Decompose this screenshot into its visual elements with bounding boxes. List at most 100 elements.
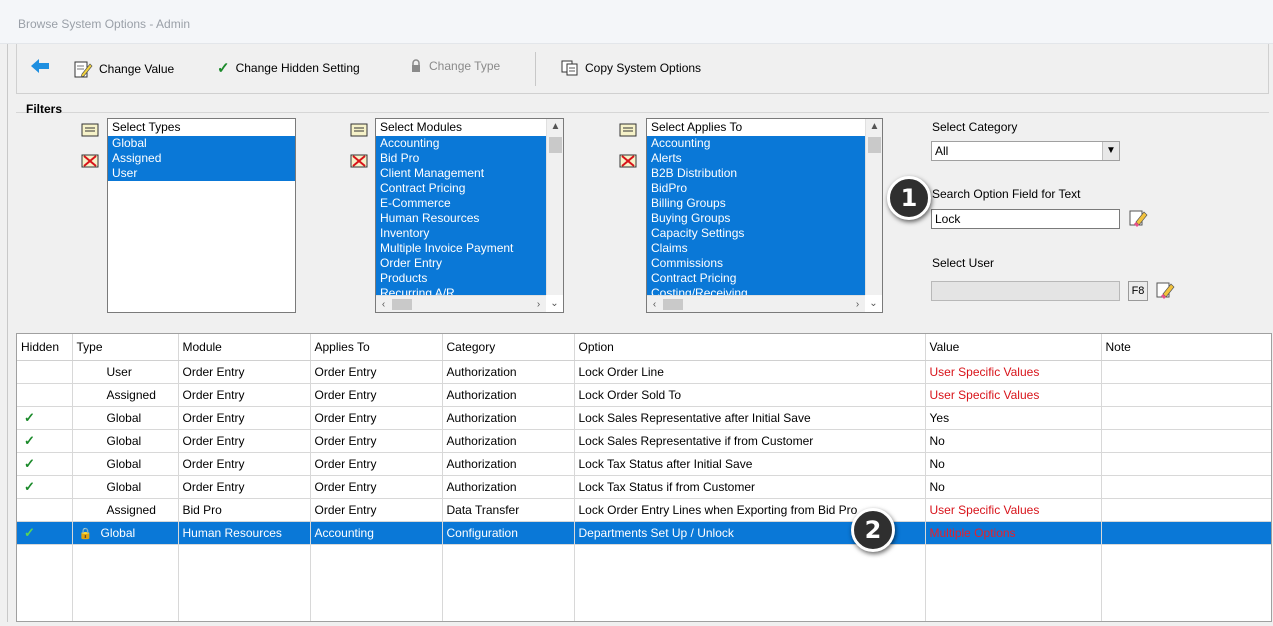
- types-listbox[interactable]: Select Types Global Assigned User: [107, 118, 296, 313]
- scroll-left-icon[interactable]: ‹: [376, 296, 391, 312]
- back-arrow-icon: [31, 59, 49, 73]
- options-grid[interactable]: Hidden Type Module Applies To Category O…: [16, 333, 1272, 622]
- list-item[interactable]: Accounting: [376, 136, 546, 151]
- list-item[interactable]: User: [108, 166, 295, 181]
- list-item[interactable]: Inventory: [376, 226, 546, 241]
- change-type-button[interactable]: Change Type: [409, 59, 500, 73]
- applies-vertical-scrollbar[interactable]: ▲: [865, 119, 882, 295]
- modules-listbox[interactable]: Select Modules Accounting Bid Pro Client…: [375, 118, 564, 313]
- scroll-thumb[interactable]: [392, 299, 412, 310]
- applies-horizontal-scrollbar[interactable]: ‹ ›: [647, 295, 865, 312]
- list-item[interactable]: Recurring A/R: [376, 286, 546, 295]
- list-item[interactable]: Accounting: [647, 136, 865, 151]
- chevron-down-icon[interactable]: ▼: [1102, 142, 1119, 160]
- option-text: Lock Order Entry Lines when Exporting fr…: [578, 502, 858, 517]
- col-header-category[interactable]: Category: [442, 334, 575, 361]
- search-input[interactable]: Lock: [931, 209, 1120, 229]
- type-cell: Global: [72, 452, 179, 476]
- clear-user-button[interactable]: [1155, 280, 1175, 300]
- applies-to-cell: Order Entry: [310, 360, 443, 384]
- applies-to-listbox[interactable]: Select Applies To Accounting Alerts B2B …: [646, 118, 883, 313]
- type-cell: 🔒 Global: [72, 521, 179, 545]
- clear-search-button[interactable]: [1128, 208, 1148, 228]
- col-header-option[interactable]: Option: [574, 334, 926, 361]
- change-hidden-setting-button[interactable]: ✓ Change Hidden Setting: [217, 59, 360, 77]
- table-row[interactable]: Assigned Bid Pro Order Entry Data Transfer L…: [17, 498, 1271, 522]
- list-item[interactable]: Alerts: [647, 151, 865, 166]
- col-header-value[interactable]: Value: [925, 334, 1102, 361]
- applies-to-cell: Order Entry: [310, 475, 443, 499]
- list-item[interactable]: Commissions: [647, 256, 865, 271]
- search-label: Search Option Field for Text: [932, 187, 1081, 201]
- select-all-applies-button[interactable]: [618, 120, 638, 140]
- list-item[interactable]: Costing/Receiving: [647, 286, 865, 295]
- change-value-button[interactable]: Change Value: [73, 59, 174, 79]
- col-header-module[interactable]: Module: [178, 334, 311, 361]
- table-row[interactable]: ✓ Global Order Entry Order Entry Authorizati…: [17, 429, 1271, 453]
- value-text: No: [929, 456, 945, 471]
- empty-cell: [310, 544, 443, 621]
- col-header-note[interactable]: Note: [1101, 334, 1271, 361]
- list-item[interactable]: B2B Distribution: [647, 166, 865, 181]
- table-row[interactable]: Assigned Order Entry Order Entry Authorizat…: [17, 383, 1271, 407]
- col-header-applies-to[interactable]: Applies To: [310, 334, 443, 361]
- scroll-up-icon[interactable]: ▲: [866, 119, 882, 134]
- select-all-modules-button[interactable]: [349, 120, 369, 140]
- list-item[interactable]: Contract Pricing: [376, 181, 546, 196]
- type-cell: User: [72, 360, 179, 384]
- scroll-left-icon[interactable]: ‹: [647, 296, 662, 312]
- list-item[interactable]: E-Commerce: [376, 196, 546, 211]
- option-text: Lock Sales Representative if from Custom…: [578, 433, 814, 448]
- list-item[interactable]: BidPro: [647, 181, 865, 196]
- copy-system-options-button[interactable]: Copy System Options: [561, 60, 701, 76]
- copy-options-label: Copy System Options: [585, 61, 702, 75]
- col-header-hidden[interactable]: Hidden: [17, 334, 73, 361]
- col-header-type[interactable]: Type: [72, 334, 179, 361]
- eraser-icon: [1129, 210, 1148, 227]
- table-row[interactable]: ✓ Global Order Entry Order Entry Authorizati…: [17, 452, 1271, 476]
- scroll-down-icon[interactable]: ⌄: [546, 295, 563, 312]
- scroll-thumb[interactable]: [663, 299, 683, 310]
- table-row[interactable]: ✓ Global Order Entry Order Entry Authorizati…: [17, 406, 1271, 430]
- table-row[interactable]: ✓ 🔒 Global Human Resources Accounting Configu…: [17, 521, 1271, 545]
- f8-lookup-button[interactable]: F8: [1128, 281, 1148, 301]
- list-item[interactable]: Buying Groups: [647, 211, 865, 226]
- list-item[interactable]: Claims: [647, 241, 865, 256]
- list-item[interactable]: Billing Groups: [647, 196, 865, 211]
- scroll-thumb[interactable]: [868, 137, 881, 153]
- applies-header: Select Applies To: [647, 119, 865, 136]
- clear-modules-button[interactable]: [349, 151, 369, 171]
- modules-horizontal-scrollbar[interactable]: ‹ ›: [376, 295, 546, 312]
- select-all-icon: [350, 123, 368, 137]
- select-all-types-button[interactable]: [80, 120, 100, 140]
- list-item[interactable]: Assigned: [108, 151, 295, 166]
- scroll-up-icon[interactable]: ▲: [547, 119, 563, 134]
- callout-badge-2: 2: [851, 508, 895, 552]
- list-item[interactable]: Order Entry: [376, 256, 546, 271]
- list-item[interactable]: Client Management: [376, 166, 546, 181]
- scroll-thumb[interactable]: [549, 137, 562, 153]
- list-item[interactable]: Capacity Settings: [647, 226, 865, 241]
- clear-applies-button[interactable]: [618, 151, 638, 171]
- list-item[interactable]: Contract Pricing: [647, 271, 865, 286]
- list-item[interactable]: Human Resources: [376, 211, 546, 226]
- scroll-down-icon[interactable]: ⌄: [865, 295, 882, 312]
- back-button[interactable]: [31, 59, 49, 73]
- list-item[interactable]: Global: [108, 136, 295, 151]
- hidden-cell: ✓: [17, 429, 73, 453]
- type-text: User: [106, 364, 132, 379]
- table-row[interactable]: ✓ Global Order Entry Order Entry Authorizati…: [17, 475, 1271, 499]
- applies-to-cell: Order Entry: [310, 498, 443, 522]
- table-row[interactable]: User Order Entry Order Entry Authorization L…: [17, 360, 1271, 384]
- list-item[interactable]: Multiple Invoice Payment: [376, 241, 546, 256]
- user-input[interactable]: [931, 281, 1120, 301]
- clear-types-button[interactable]: [80, 151, 100, 171]
- list-item[interactable]: Products: [376, 271, 546, 286]
- scroll-right-icon[interactable]: ›: [531, 296, 546, 312]
- scroll-right-icon[interactable]: ›: [850, 296, 865, 312]
- note-cell: [1101, 360, 1271, 384]
- list-item[interactable]: Bid Pro: [376, 151, 546, 166]
- value-text: User Specific Values: [929, 502, 1040, 517]
- category-select[interactable]: All ▼: [931, 141, 1120, 161]
- modules-vertical-scrollbar[interactable]: ▲: [546, 119, 563, 295]
